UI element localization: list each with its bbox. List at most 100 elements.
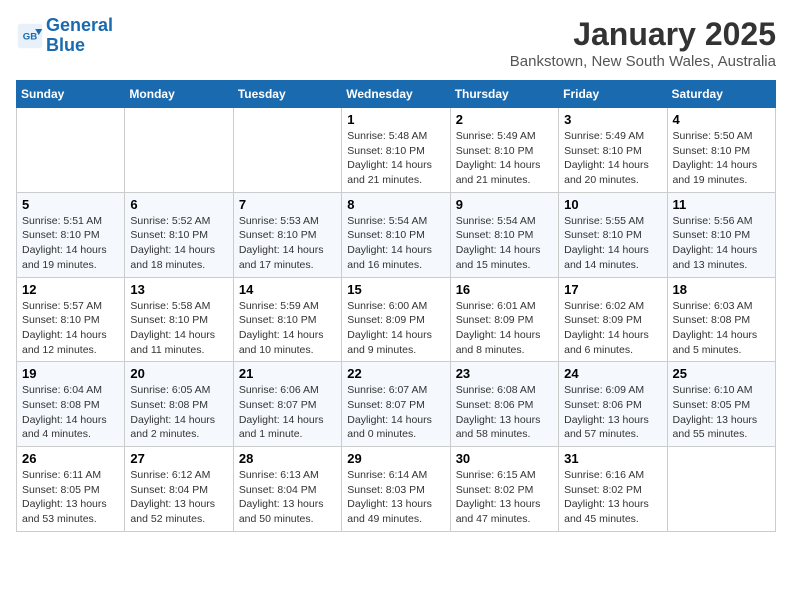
calendar-cell: 16Sunrise: 6:01 AMSunset: 8:09 PMDayligh… [450,277,558,362]
calendar-week-row: 19 Sunrise: 6:04 AMSunset: 8:08 PMDayligh… [17,362,776,447]
day-info: Sunrise: 6:02 AMSunset: 8:09 PMDaylight:… [564,299,661,358]
weekday-header: Saturday [667,81,775,108]
calendar-cell: 24 Sunrise: 6:09 AMSunset: 8:06 PMDayligh… [559,362,667,447]
calendar-cell: 11Sunrise: 5:56 AMSunset: 8:10 PMDayligh… [667,192,775,277]
day-info: Sunrise: 5:53 AMSunset: 8:10 PMDaylight:… [239,214,336,273]
day-number: 26 [22,451,119,466]
weekday-header: Sunday [17,81,125,108]
day-info: Sunrise: 6:14 AMSunset: 8:03 PMDaylight:… [347,468,444,527]
day-info: Sunrise: 6:07 AMSunset: 8:07 PMDaylight:… [347,383,444,442]
day-number: 19 [22,366,119,381]
location: Bankstown, New South Wales, Australia [510,53,776,70]
calendar-week-row: 26 Sunrise: 6:11 AMSunset: 8:05 PMDayligh… [17,447,776,532]
day-info: Sunrise: 6:10 AMSunset: 8:05 PMDaylight:… [673,383,770,442]
day-info: Sunrise: 6:11 AMSunset: 8:05 PMDaylight:… [22,468,119,527]
calendar-cell: 3Sunrise: 5:49 AMSunset: 8:10 PMDaylight… [559,108,667,193]
day-info: Sunrise: 5:55 AMSunset: 8:10 PMDaylight:… [564,214,661,273]
day-number: 20 [130,366,227,381]
calendar-cell: 14Sunrise: 5:59 AMSunset: 8:10 PMDayligh… [233,277,341,362]
calendar-table: SundayMondayTuesdayWednesdayThursdayFrid… [16,80,776,532]
day-info: Sunrise: 5:50 AMSunset: 8:10 PMDaylight:… [673,129,770,188]
calendar-cell [17,108,125,193]
calendar-cell: 1 Sunrise: 5:48 AMSunset: 8:10 PMDaylight… [342,108,450,193]
weekday-header: Tuesday [233,81,341,108]
calendar-cell: 26 Sunrise: 6:11 AMSunset: 8:05 PMDayligh… [17,447,125,532]
day-info: Sunrise: 6:09 AMSunset: 8:06 PMDaylight:… [564,383,661,442]
logo: GB General Blue [16,16,113,56]
svg-text:GB: GB [23,31,37,42]
day-number: 27 [130,451,227,466]
day-info: Sunrise: 5:52 AMSunset: 8:10 PMDaylight:… [130,214,227,273]
day-number: 25 [673,366,770,381]
calendar-cell: 5 Sunrise: 5:51 AMSunset: 8:10 PMDaylight… [17,192,125,277]
day-number: 4 [673,112,770,127]
day-number: 9 [456,197,553,212]
title-block: January 2025 Bankstown, New South Wales,… [510,16,776,70]
day-number: 5 [22,197,119,212]
day-info: Sunrise: 5:59 AMSunset: 8:10 PMDaylight:… [239,299,336,358]
day-number: 30 [456,451,553,466]
day-info: Sunrise: 6:16 AMSunset: 8:02 PMDaylight:… [564,468,661,527]
calendar-cell: 29 Sunrise: 6:14 AMSunset: 8:03 PMDayligh… [342,447,450,532]
month-title: January 2025 [510,16,776,53]
calendar-cell: 12 Sunrise: 5:57 AMSunset: 8:10 PMDayligh… [17,277,125,362]
calendar-cell: 6Sunrise: 5:52 AMSunset: 8:10 PMDaylight… [125,192,233,277]
calendar-cell: 15 Sunrise: 6:00 AMSunset: 8:09 PMDayligh… [342,277,450,362]
calendar-cell: 17 Sunrise: 6:02 AMSunset: 8:09 PMDayligh… [559,277,667,362]
day-info: Sunrise: 5:48 AMSunset: 8:10 PMDaylight:… [347,129,444,188]
calendar-cell: 31 Sunrise: 6:16 AMSunset: 8:02 PMDayligh… [559,447,667,532]
calendar-cell: 25 Sunrise: 6:10 AMSunset: 8:05 PMDayligh… [667,362,775,447]
day-number: 18 [673,282,770,297]
day-info: Sunrise: 6:06 AMSunset: 8:07 PMDaylight:… [239,383,336,442]
day-number: 11 [673,197,770,212]
day-info: Sunrise: 5:58 AMSunset: 8:10 PMDaylight:… [130,299,227,358]
calendar-cell: 10Sunrise: 5:55 AMSunset: 8:10 PMDayligh… [559,192,667,277]
day-number: 8 [347,197,444,212]
calendar-cell: 27 Sunrise: 6:12 AMSunset: 8:04 PMDayligh… [125,447,233,532]
day-number: 7 [239,197,336,212]
day-info: Sunrise: 5:54 AMSunset: 8:10 PMDaylight:… [456,214,553,273]
calendar-cell: 30 Sunrise: 6:15 AMSunset: 8:02 PMDayligh… [450,447,558,532]
calendar-cell [233,108,341,193]
day-info: Sunrise: 6:03 AMSunset: 8:08 PMDaylight:… [673,299,770,358]
day-number: 24 [564,366,661,381]
day-number: 23 [456,366,553,381]
weekday-header: Thursday [450,81,558,108]
day-info: Sunrise: 5:49 AMSunset: 8:10 PMDaylight:… [456,129,553,188]
weekday-header: Friday [559,81,667,108]
day-number: 22 [347,366,444,381]
calendar-cell: 4 Sunrise: 5:50 AMSunset: 8:10 PMDaylight… [667,108,775,193]
day-info: Sunrise: 6:08 AMSunset: 8:06 PMDaylight:… [456,383,553,442]
day-number: 2 [456,112,553,127]
day-number: 15 [347,282,444,297]
day-info: Sunrise: 6:12 AMSunset: 8:04 PMDaylight:… [130,468,227,527]
weekday-header: Monday [125,81,233,108]
weekday-header: Wednesday [342,81,450,108]
day-info: Sunrise: 6:13 AMSunset: 8:04 PMDaylight:… [239,468,336,527]
day-info: Sunrise: 5:51 AMSunset: 8:10 PMDaylight:… [22,214,119,273]
day-number: 31 [564,451,661,466]
day-number: 21 [239,366,336,381]
calendar-cell: 2 Sunrise: 5:49 AMSunset: 8:10 PMDaylight… [450,108,558,193]
day-info: Sunrise: 6:00 AMSunset: 8:09 PMDaylight:… [347,299,444,358]
calendar-cell: 18 Sunrise: 6:03 AMSunset: 8:08 PMDayligh… [667,277,775,362]
calendar-cell: 23 Sunrise: 6:08 AMSunset: 8:06 PMDayligh… [450,362,558,447]
day-number: 12 [22,282,119,297]
weekday-header-row: SundayMondayTuesdayWednesdayThursdayFrid… [17,81,776,108]
day-info: Sunrise: 5:57 AMSunset: 8:10 PMDaylight:… [22,299,119,358]
calendar-cell: 20Sunrise: 6:05 AMSunset: 8:08 PMDayligh… [125,362,233,447]
calendar-cell [125,108,233,193]
logo-icon: GB [16,22,44,50]
calendar-week-row: 1 Sunrise: 5:48 AMSunset: 8:10 PMDaylight… [17,108,776,193]
day-number: 29 [347,451,444,466]
calendar-cell: 9 Sunrise: 5:54 AMSunset: 8:10 PMDaylight… [450,192,558,277]
day-info: Sunrise: 6:04 AMSunset: 8:08 PMDaylight:… [22,383,119,442]
day-number: 28 [239,451,336,466]
day-number: 17 [564,282,661,297]
day-info: Sunrise: 6:15 AMSunset: 8:02 PMDaylight:… [456,468,553,527]
calendar-cell: 19 Sunrise: 6:04 AMSunset: 8:08 PMDayligh… [17,362,125,447]
day-number: 1 [347,112,444,127]
day-info: Sunrise: 5:49 AMSunset: 8:10 PMDaylight:… [564,129,661,188]
page-header: GB General Blue January 2025 Bankstown, … [16,16,776,70]
day-number: 16 [456,282,553,297]
